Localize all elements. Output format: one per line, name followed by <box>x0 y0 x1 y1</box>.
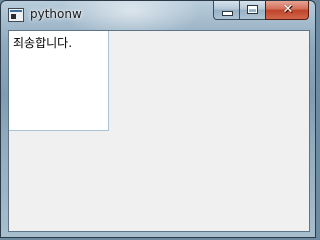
close-button[interactable]: ✕ <box>265 1 309 20</box>
client-area: 죄송합니다. <box>8 30 310 232</box>
title-bar[interactable]: pythonw ✕ <box>1 1 315 29</box>
minimize-icon <box>222 11 233 16</box>
message-text-box[interactable]: 죄송합니다. <box>9 31 109 131</box>
caption-buttons: ✕ <box>213 1 309 20</box>
close-icon: ✕ <box>282 2 294 17</box>
minimize-button[interactable] <box>213 1 239 20</box>
app-window: pythonw ✕ 죄송합니다. <box>0 0 316 238</box>
app-icon[interactable] <box>8 8 24 22</box>
window-title: pythonw <box>30 7 82 21</box>
message-text: 죄송합니다. <box>13 36 73 50</box>
maximize-icon <box>247 5 258 14</box>
maximize-button[interactable] <box>239 1 265 20</box>
